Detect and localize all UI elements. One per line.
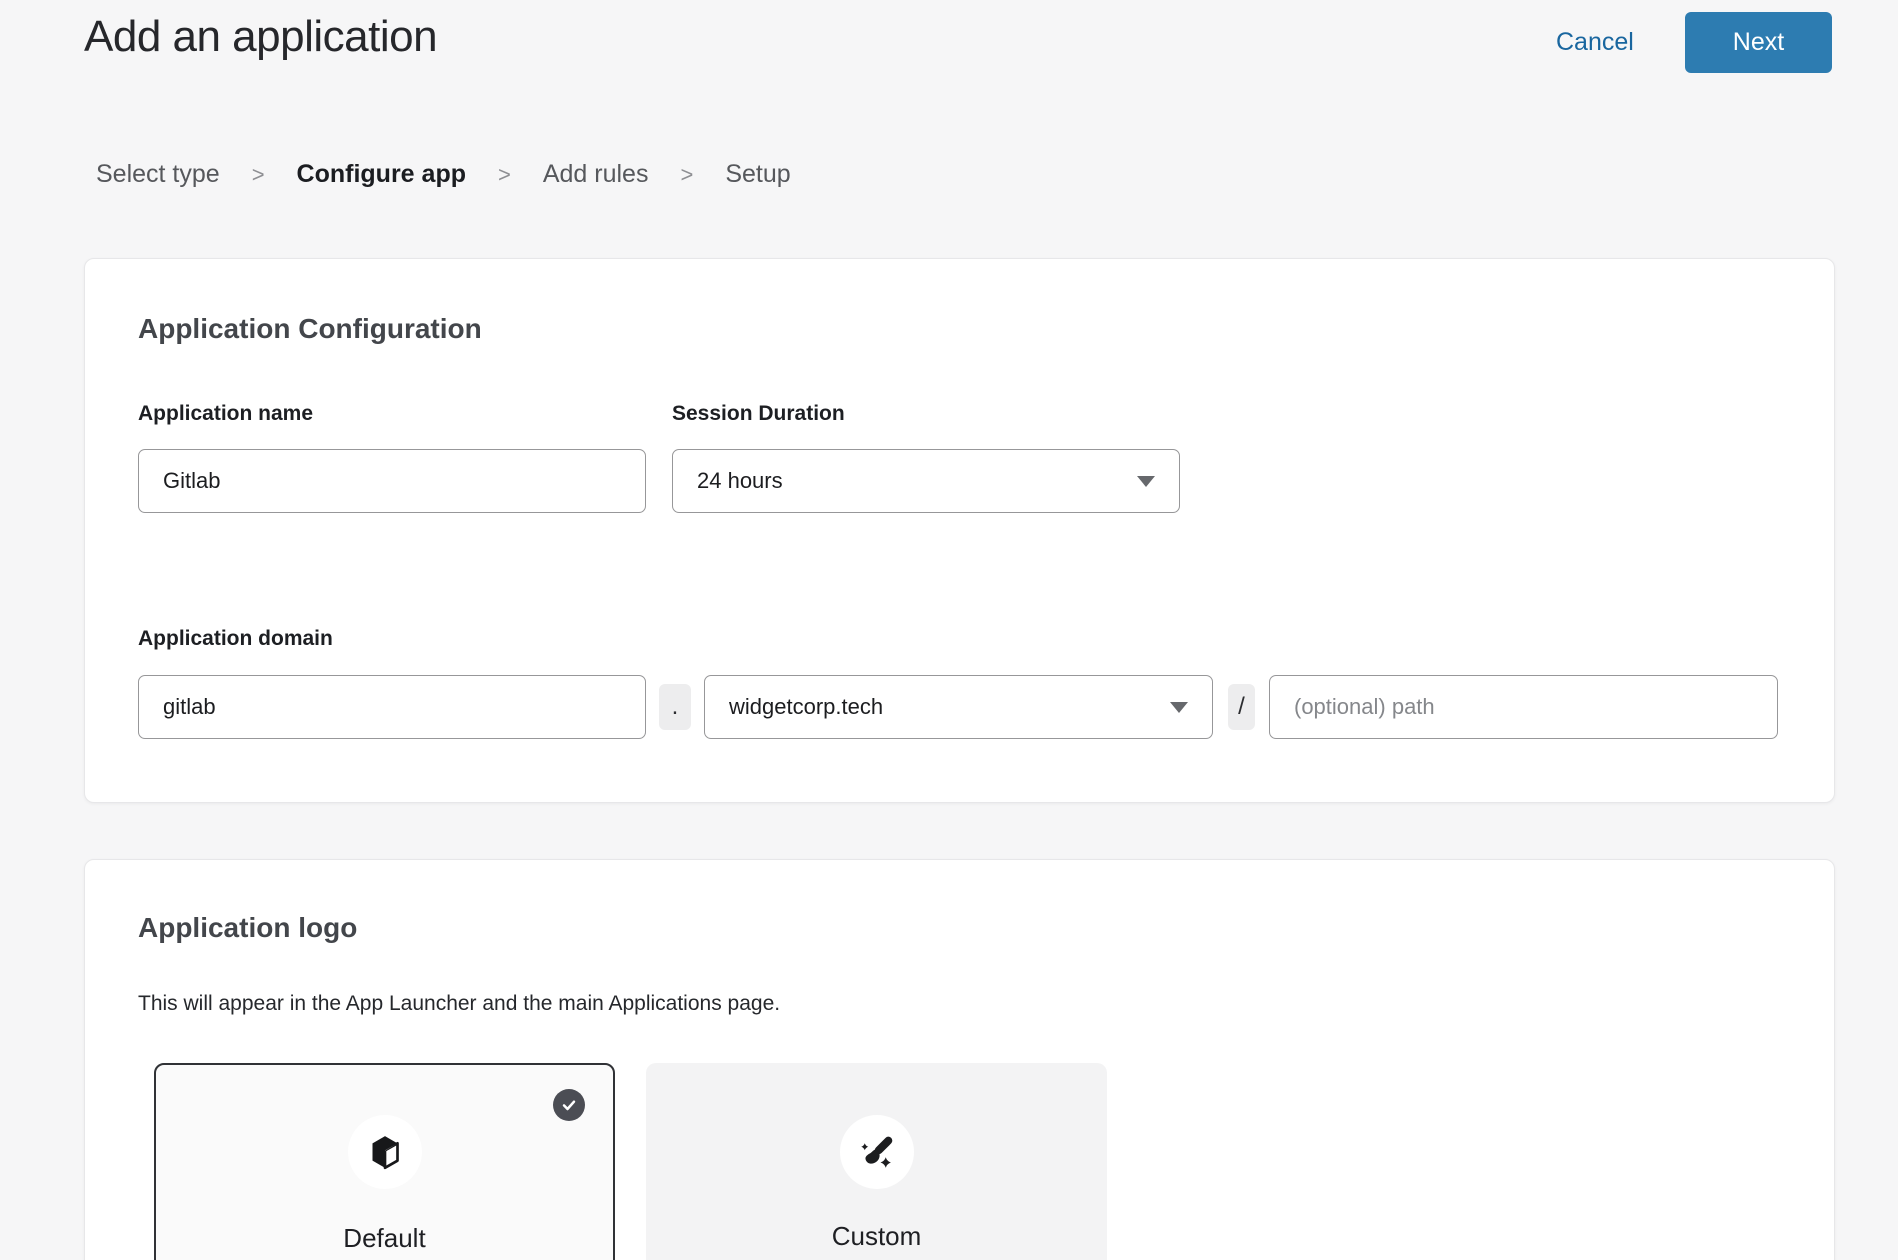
next-button[interactable]: Next [1685,12,1832,73]
logo-option-default[interactable]: Default [154,1063,615,1260]
cube-icon [348,1115,422,1189]
selected-check-icon [553,1089,585,1121]
path-input[interactable] [1269,675,1778,739]
application-configuration-card: Application Configuration Application na… [84,258,1835,803]
config-card-title: Application Configuration [138,313,482,345]
session-duration-label: Session Duration [672,402,845,426]
domain-select[interactable]: widgetcorp.tech [704,675,1213,739]
subdomain-input[interactable] [138,675,646,739]
application-name-input[interactable] [138,449,646,513]
page-title: Add an application [84,12,437,62]
application-domain-row: . widgetcorp.tech / [85,675,1834,739]
logo-option-tiles: Default Custom [154,1063,1107,1260]
logo-card-title: Application logo [138,912,357,944]
logo-option-label: Default [156,1223,613,1254]
step-add-rules[interactable]: Add rules [543,160,649,189]
logo-card-description: This will appear in the App Launcher and… [138,992,780,1016]
domain-select-value: widgetcorp.tech [729,694,883,720]
chevron-down-icon [1170,702,1188,713]
logo-option-label: Custom [646,1221,1107,1252]
step-select-type[interactable]: Select type [96,160,220,189]
step-separator-icon: > [680,162,693,188]
slash-separator: / [1228,684,1255,730]
paintbrush-icon [840,1115,914,1189]
step-configure-app[interactable]: Configure app [297,160,466,189]
application-name-label: Application name [138,402,313,426]
application-logo-card: Application logo This will appear in the… [84,859,1835,1260]
chevron-down-icon [1137,476,1155,487]
application-domain-label: Application domain [138,627,333,651]
wizard-steps: Select type > Configure app > Add rules … [96,160,791,189]
step-separator-icon: > [252,162,265,188]
cancel-button[interactable]: Cancel [1556,28,1634,57]
step-setup[interactable]: Setup [725,160,790,189]
session-duration-value: 24 hours [697,468,783,494]
logo-option-custom[interactable]: Custom [646,1063,1107,1260]
session-duration-select[interactable]: 24 hours [672,449,1180,513]
dot-separator: . [659,684,691,730]
step-separator-icon: > [498,162,511,188]
